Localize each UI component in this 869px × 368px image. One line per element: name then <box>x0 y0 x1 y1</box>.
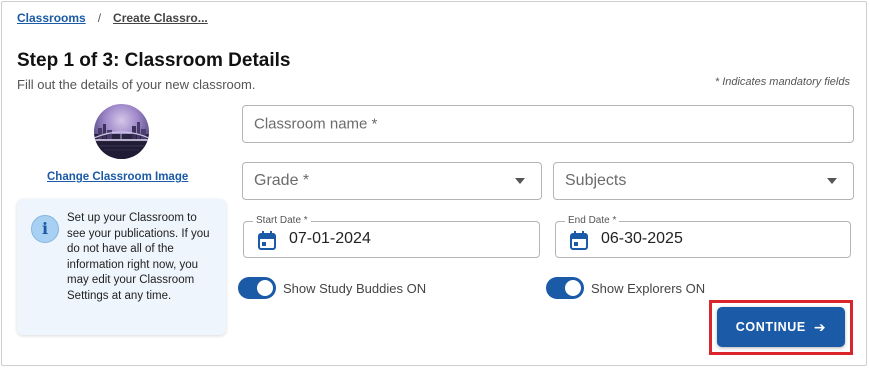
grade-placeholder: Grade * <box>254 172 310 189</box>
end-date-input[interactable]: End Date * 06-30-2025 <box>555 215 851 258</box>
study-buddies-toggle[interactable]: Show Study Buddies ON <box>238 277 426 299</box>
toggle-thumb <box>257 280 273 296</box>
grade-select[interactable]: Grade * <box>242 162 542 200</box>
breadcrumb-separator: / <box>97 11 102 25</box>
breadcrumb-classrooms-link[interactable]: Classrooms <box>17 11 86 25</box>
info-icon: i <box>31 215 59 243</box>
start-date-label: Start Date * <box>253 215 311 226</box>
explorers-switch[interactable] <box>546 277 584 299</box>
study-buddies-switch[interactable] <box>238 277 276 299</box>
end-date-label: End Date * <box>565 215 620 226</box>
arrow-right-icon: ➔ <box>813 318 827 335</box>
info-text: Set up your Classroom to see your public… <box>67 212 210 302</box>
subjects-select[interactable]: Subjects <box>553 162 854 200</box>
calendar-icon[interactable] <box>258 231 276 250</box>
chevron-down-icon <box>827 178 837 184</box>
continue-label: CONTINUE <box>735 320 806 334</box>
page-title: Step 1 of 3: Classroom Details <box>17 50 291 71</box>
explorers-label: Show Explorers ON <box>591 280 706 296</box>
toggle-thumb <box>565 280 581 296</box>
info-card: i Set up your Classroom to see your publ… <box>17 199 226 335</box>
explorers-toggle[interactable]: Show Explorers ON <box>546 277 705 299</box>
breadcrumb: Classrooms / Create Classro... <box>17 11 208 25</box>
breadcrumb-current: Create Classro... <box>113 11 208 25</box>
start-date-input[interactable]: Start Date * 07-01-2024 <box>243 215 540 258</box>
end-date-value: 06-30-2025 <box>601 230 683 247</box>
city-bridge-image <box>94 122 149 159</box>
study-buddies-label: Show Study Buddies ON <box>283 280 427 296</box>
classroom-name-placeholder: Classroom name * <box>254 115 378 133</box>
calendar-icon[interactable] <box>570 231 588 250</box>
page-subtitle: Fill out the details of your new classro… <box>17 77 256 92</box>
classroom-name-input[interactable]: Classroom name * <box>242 105 854 143</box>
change-classroom-image-link[interactable]: Change Classroom Image <box>47 171 188 183</box>
start-date-value: 07-01-2024 <box>289 230 371 247</box>
chevron-down-icon <box>515 178 525 184</box>
subjects-placeholder: Subjects <box>565 172 627 189</box>
classroom-image <box>94 104 149 159</box>
continue-button[interactable]: CONTINUE ➔ <box>717 307 845 347</box>
mandatory-note: * Indicates mandatory fields <box>714 76 850 88</box>
